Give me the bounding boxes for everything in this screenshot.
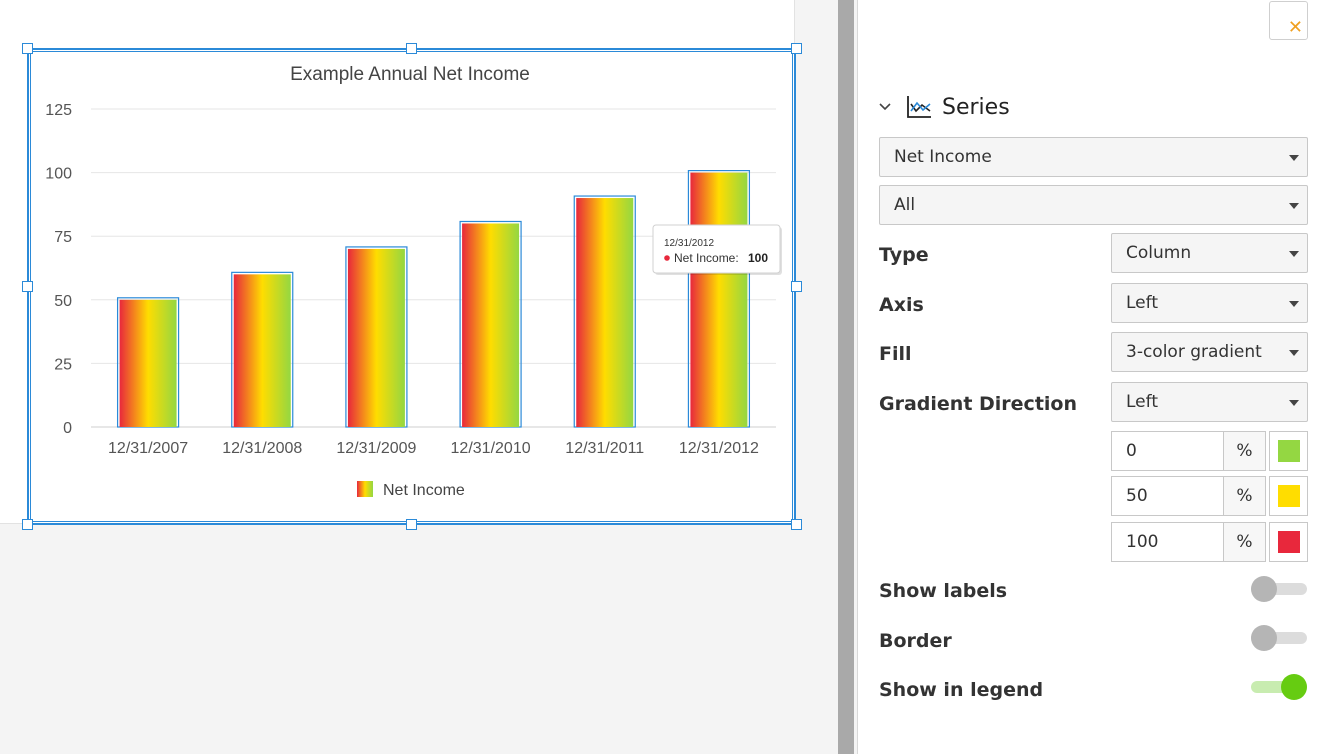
- percent-unit: %: [1223, 432, 1265, 470]
- dropdown-caret-icon: [1289, 155, 1299, 161]
- panel-splitter[interactable]: [838, 0, 854, 754]
- series-select[interactable]: Net Income: [879, 137, 1308, 177]
- section-title: Series: [942, 94, 1010, 120]
- resize-handle-bottom-left[interactable]: [22, 519, 33, 530]
- resize-handle-bottom[interactable]: [406, 519, 417, 530]
- series-settings-panel: ✕ Series Net Income All Type Column Axis…: [857, 0, 1331, 754]
- dropdown-caret-icon: [1289, 251, 1299, 257]
- fill-label: Fill: [879, 343, 912, 365]
- gradient-stop-color-button[interactable]: [1269, 522, 1308, 562]
- gradient-stop-input[interactable]: 0 %: [1111, 431, 1266, 471]
- resize-handle-top[interactable]: [406, 43, 417, 54]
- fill-select[interactable]: 3-color gradient: [1111, 332, 1308, 372]
- gradient-direction-label: Gradient Direction: [879, 393, 1077, 415]
- dropdown-caret-icon: [1289, 203, 1299, 209]
- scope-select[interactable]: All: [879, 185, 1308, 225]
- series-chart-icon: [907, 96, 931, 118]
- type-label: Type: [879, 244, 929, 266]
- color-swatch: [1278, 440, 1300, 462]
- color-swatch: [1278, 485, 1300, 507]
- series-section-header[interactable]: Series: [878, 92, 1010, 122]
- gradient-direction-select[interactable]: Left: [1111, 382, 1308, 422]
- resize-handle-top-left[interactable]: [22, 43, 33, 54]
- scope-select-value: All: [894, 195, 916, 215]
- type-select-value: Column: [1126, 243, 1192, 263]
- percent-unit: %: [1223, 477, 1265, 515]
- gradient-stop-value: 50: [1126, 486, 1148, 506]
- border-label: Border: [879, 630, 952, 652]
- chevron-down-icon[interactable]: [878, 100, 892, 114]
- canvas-area: Example Annual Net Income 0 25 50 75 100 125 12…: [0, 0, 838, 754]
- show-in-legend-label: Show in legend: [879, 679, 1044, 701]
- type-select[interactable]: Column: [1111, 233, 1308, 273]
- toggle-knob: [1251, 625, 1277, 651]
- gradient-stop-color-button[interactable]: [1269, 476, 1308, 516]
- percent-unit: %: [1223, 523, 1265, 561]
- dropdown-caret-icon: [1289, 400, 1299, 406]
- dropdown-caret-icon: [1289, 301, 1299, 307]
- gradient-direction-select-value: Left: [1126, 392, 1158, 412]
- resize-handle-left[interactable]: [22, 281, 33, 292]
- color-swatch: [1278, 531, 1300, 553]
- resize-handle-top-right[interactable]: [791, 43, 802, 54]
- dropdown-caret-icon: [1289, 350, 1299, 356]
- toggle-knob: [1251, 576, 1277, 602]
- axis-select-value: Left: [1126, 293, 1158, 313]
- border-toggle[interactable]: [1251, 625, 1308, 651]
- gradient-stop-input[interactable]: 50 %: [1111, 476, 1266, 516]
- resize-handle-right[interactable]: [791, 281, 802, 292]
- close-icon[interactable]: ✕: [1288, 17, 1303, 38]
- gradient-stop-color-button[interactable]: [1269, 431, 1308, 471]
- gradient-stop-value: 0: [1126, 441, 1137, 461]
- close-button[interactable]: ✕: [1269, 1, 1308, 40]
- axis-select[interactable]: Left: [1111, 283, 1308, 323]
- show-labels-label: Show labels: [879, 580, 1008, 602]
- show-labels-toggle[interactable]: [1251, 576, 1308, 602]
- chart-selection-frame[interactable]: [27, 48, 796, 525]
- fill-select-value: 3-color gradient: [1126, 342, 1262, 362]
- show-in-legend-toggle[interactable]: [1251, 674, 1308, 700]
- gradient-stop-input[interactable]: 100 %: [1111, 522, 1266, 562]
- resize-handle-bottom-right[interactable]: [791, 519, 802, 530]
- axis-label: Axis: [879, 294, 924, 316]
- toggle-knob: [1281, 674, 1307, 700]
- series-select-value: Net Income: [894, 147, 992, 167]
- gradient-stop-value: 100: [1126, 532, 1159, 552]
